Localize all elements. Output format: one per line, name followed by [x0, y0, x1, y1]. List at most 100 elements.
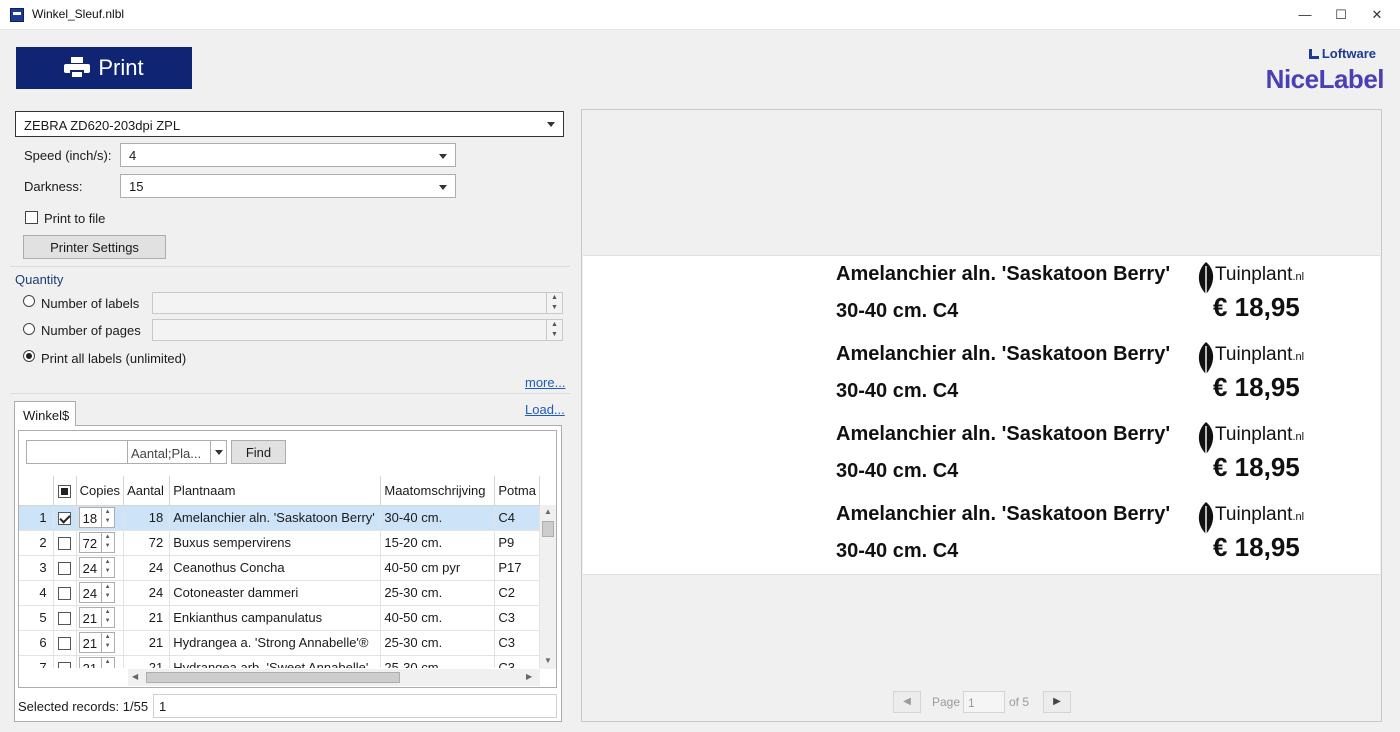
row-checkbox[interactable]: [58, 662, 72, 668]
row-checkbox[interactable]: [58, 512, 72, 526]
load-link[interactable]: Load...: [525, 402, 565, 417]
table-row[interactable]: 3 24 ▲ ▼ 24 Ceanothus Concha 40-50 cm pyr P17: [19, 555, 540, 581]
print-button[interactable]: Print: [16, 47, 192, 89]
label-brand-suffix: .nl: [1292, 431, 1305, 443]
copies-stepper[interactable]: 18 ▲ ▼: [78, 507, 115, 528]
row-select-cell[interactable]: [53, 530, 77, 556]
header-aantal[interactable]: Aantal: [123, 476, 171, 506]
row-select-cell[interactable]: [53, 655, 77, 668]
filter-input[interactable]: [26, 440, 128, 464]
copies-stepper[interactable]: 72 ▲ ▼: [78, 532, 115, 553]
row-select-cell[interactable]: [53, 505, 77, 531]
table-row[interactable]: 5 21 ▲ ▼ 21 Enkianthus campanulatus 40-50 cm. C…: [19, 605, 540, 631]
header-maatomschrijving[interactable]: Maatomschrijving: [380, 476, 496, 506]
copies-value: 18: [82, 511, 98, 526]
minimize-button[interactable]: —: [1290, 4, 1320, 26]
row-checkbox[interactable]: [58, 637, 72, 651]
darkness-select[interactable]: 15: [120, 174, 456, 198]
header-potmaat[interactable]: Potma: [494, 476, 540, 506]
scroll-left-icon[interactable]: ◀: [132, 672, 138, 681]
table-row[interactable]: 4 24 ▲ ▼ 24 Cotoneaster dammeri 25-30 cm. C2: [19, 580, 540, 606]
row-checkbox[interactable]: [58, 537, 72, 551]
copies-stepper[interactable]: 24 ▲ ▼: [78, 582, 115, 603]
copies-cell[interactable]: 24 ▲ ▼: [76, 580, 125, 606]
row-select-cell[interactable]: [53, 605, 77, 631]
selected-records-input[interactable]: 1: [153, 694, 557, 718]
label-price: € 18,95: [1213, 372, 1300, 402]
header-copies[interactable]: Copies: [76, 476, 125, 506]
stepper-arrows-icon[interactable]: ▲▼: [100, 558, 114, 577]
aantal-cell: 21: [123, 655, 171, 668]
copies-cell[interactable]: 18 ▲ ▼: [76, 505, 125, 531]
previous-page-button[interactable]: ◀: [893, 691, 921, 713]
copies-cell[interactable]: 24 ▲ ▼: [76, 555, 125, 581]
page-number-input[interactable]: 1: [963, 691, 1005, 713]
scroll-down-icon[interactable]: ▼: [544, 656, 552, 665]
copies-cell[interactable]: 21▲▼: [76, 630, 125, 656]
chevron-down-icon: [439, 185, 447, 190]
stepper-arrows-icon[interactable]: ▲▼: [100, 533, 114, 552]
copies-stepper[interactable]: 24 ▲ ▼: [78, 557, 115, 578]
copies-stepper[interactable]: 21▲▼: [78, 632, 115, 653]
stepper-arrows-icon[interactable]: ▲▼: [100, 583, 114, 602]
row-select-cell[interactable]: [53, 555, 77, 581]
label-brand: Tuinplant.nl: [1215, 344, 1304, 366]
stepper-arrows-icon[interactable]: ▲▼: [100, 508, 114, 527]
aantal-cell: 24: [123, 555, 171, 581]
close-button[interactable]: ✕: [1362, 4, 1392, 26]
row-checkbox[interactable]: [58, 587, 72, 601]
copies-cell[interactable]: 21▲▼: [76, 605, 125, 631]
stepper-arrows-icon[interactable]: ▲▼: [100, 658, 114, 668]
copies-cell[interactable]: 21▲▼: [76, 655, 125, 668]
darkness-value: 15: [129, 179, 144, 194]
scroll-right-icon[interactable]: ▶: [526, 672, 532, 681]
copies-stepper[interactable]: 21▲▼: [78, 657, 115, 668]
number-of-labels-radio[interactable]: [23, 295, 35, 307]
number-of-labels-stepper[interactable]: ▲ ▼: [546, 293, 562, 313]
speed-select[interactable]: 4: [120, 143, 456, 167]
potmaat-cell: P9: [494, 530, 540, 556]
table-row[interactable]: 2 72 ▲ ▼ 72 Buxus sempervirens 15-20 cm. P9: [19, 530, 540, 556]
number-of-labels-input[interactable]: ▲ ▼: [152, 292, 563, 314]
maximize-button[interactable]: ☐: [1326, 4, 1356, 26]
grid-vertical-scrollbar[interactable]: ▲ ▼: [540, 505, 556, 669]
row-select-cell[interactable]: [53, 630, 77, 656]
row-checkbox[interactable]: [58, 562, 72, 576]
logo-nicelabel-text: NiceLabel: [1265, 64, 1385, 94]
number-of-pages-input[interactable]: ▲ ▼: [152, 319, 563, 341]
copies-cell[interactable]: 72 ▲ ▼: [76, 530, 125, 556]
header-select-all[interactable]: [53, 476, 77, 506]
table-row[interactable]: 6 21 ▲ ▼ 21 Hydrangea a. 'Strong Annabelle'® 2…: [19, 630, 540, 656]
number-of-pages-radio[interactable]: [23, 323, 35, 335]
print-to-file-checkbox[interactable]: [25, 211, 38, 224]
printer-select[interactable]: ZEBRA ZD620-203dpi ZPL: [15, 111, 564, 137]
vertical-scroll-thumb[interactable]: [542, 521, 554, 537]
label-brand-suffix: .nl: [1292, 511, 1305, 523]
filter-column-select[interactable]: Aantal;Pla...: [127, 440, 227, 464]
printer-settings-button[interactable]: Printer Settings: [23, 235, 166, 259]
label-plant-name: Amelanchier aln. 'Saskatoon Berry': [836, 343, 1171, 365]
tab-winkel[interactable]: Winkel$: [14, 401, 76, 426]
horizontal-scroll-thumb[interactable]: [146, 672, 400, 683]
table-row[interactable]: 721▲▼21Hydrangea arb. 'Sweet Annabelle'2…: [19, 655, 540, 668]
stepper-arrows-icon[interactable]: ▲▼: [100, 608, 114, 627]
maatomschrijving-cell: 40-50 cm.: [380, 605, 496, 631]
number-of-pages-stepper[interactable]: ▲ ▼: [546, 320, 562, 340]
row-select-cell[interactable]: [53, 580, 77, 606]
scroll-up-icon[interactable]: ▲: [544, 507, 552, 516]
row-checkbox[interactable]: [58, 612, 72, 626]
stepper-arrows-icon[interactable]: ▲▼: [100, 633, 114, 652]
select-all-checkbox[interactable]: [58, 484, 72, 498]
window-title: Winkel_Sleuf.nlbl: [32, 7, 125, 21]
table-row[interactable]: 1 18 ▲ ▼ 18 Amelanchier aln. 'Saskatoon Berry…: [19, 505, 540, 531]
grid-horizontal-scrollbar[interactable]: ◀ ▶: [128, 669, 540, 686]
copies-stepper[interactable]: 21▲▼: [78, 607, 115, 628]
pager: ◀ Page 1 of 5 ▶: [893, 691, 1073, 715]
more-link[interactable]: more...: [525, 375, 565, 390]
copies-value: 24: [82, 586, 98, 601]
header-plantnaam[interactable]: Plantnaam: [169, 476, 382, 506]
maatomschrijving-cell: 25-30 cm.: [380, 630, 496, 656]
print-all-labels-radio[interactable]: [23, 350, 35, 362]
find-button[interactable]: Find: [231, 440, 286, 464]
next-page-button[interactable]: ▶: [1043, 691, 1071, 713]
